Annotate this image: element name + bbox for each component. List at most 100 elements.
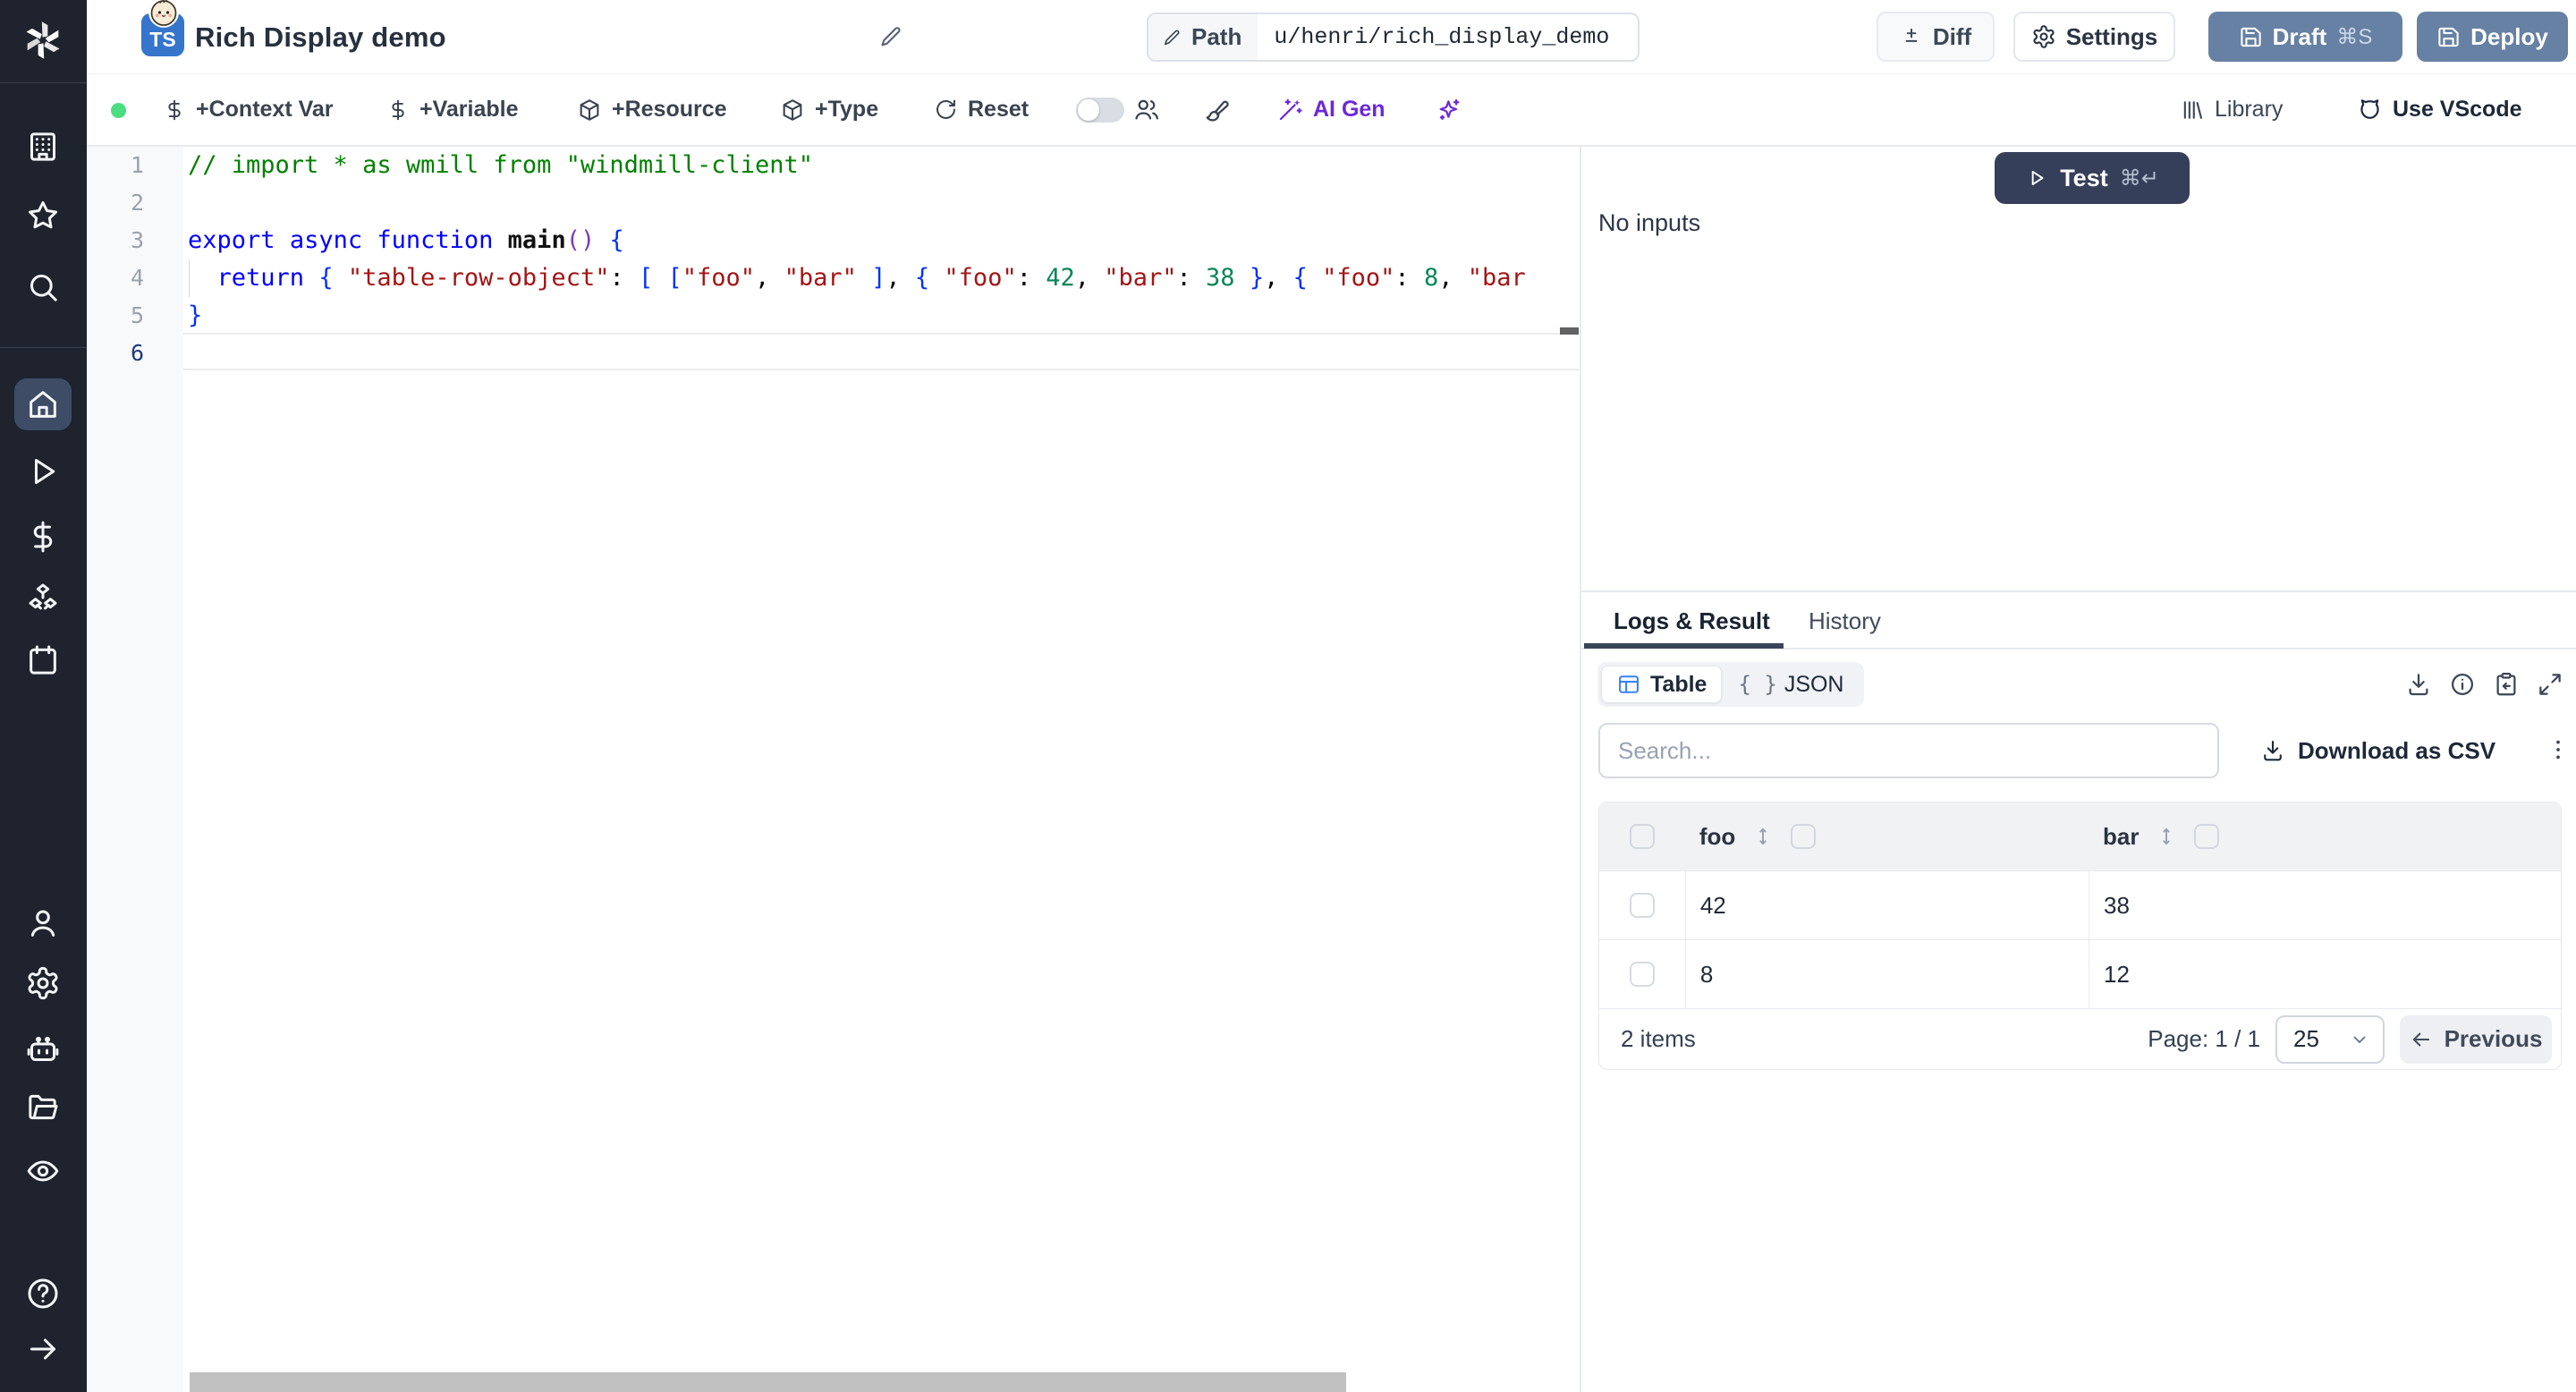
sidebar-item-bot-icon[interactable] [14,1023,72,1074]
dollar-icon [163,98,186,122]
view-table-button[interactable]: Table [1601,666,1722,703]
test-shortcut: ⌘↵ [2120,166,2159,191]
cell-bar: 12 [2089,940,2561,1008]
cell-foo: 42 [1685,871,2089,939]
library-button[interactable]: Library [2180,74,2283,145]
sidebar-divider [0,347,87,348]
code-line[interactable]: export async function main() { [188,222,624,259]
sort-icon[interactable] [1751,825,1775,848]
sidebar-item-dollar-icon[interactable] [14,511,72,563]
view-json-button[interactable]: { } JSON [1722,672,1860,698]
sidebar-item-folder-icon[interactable] [14,1081,72,1133]
line-number: 1 [87,147,183,184]
code-line[interactable]: return { "table-row-object": [ ["foo", "… [188,259,1526,297]
line-number: 3 [87,222,183,259]
result-actions [2405,671,2563,698]
test-run-button[interactable]: Test ⌘↵ [1995,152,2190,204]
column-header-foo[interactable]: foo [1685,823,2089,851]
sidebar-item-eye-icon[interactable] [14,1145,72,1197]
sidebar-item-home-icon[interactable] [14,378,72,430]
dollar-icon [386,98,410,122]
page-size-select[interactable]: 25 [2275,1015,2385,1064]
overview-ruler-marker [1560,327,1579,335]
reset-icon [934,98,958,122]
sidebar-item-star-icon[interactable] [14,190,72,242]
code-line[interactable]: // import * as wmill from "windmill-clie… [188,147,813,184]
collaborators-button[interactable] [1133,74,1160,145]
format-code-button[interactable] [1204,74,1231,145]
windmill-logo[interactable] [20,17,66,64]
draft-button[interactable]: Draft ⌘S [2208,12,2402,62]
braces-icon: { } [1738,672,1776,697]
diff-button[interactable]: Diff [1877,12,1995,62]
sidebar-item-user-icon[interactable] [14,897,72,949]
add-variable-button[interactable]: +Variable [386,74,519,145]
copy-to-clipboard-icon[interactable] [2493,671,2520,698]
sidebar-item-search-icon[interactable] [14,261,72,313]
library-icon [2180,98,2205,123]
kebab-menu-icon[interactable] [2545,736,2572,763]
sort-icon[interactable] [2155,825,2178,848]
paintbrush-icon [1204,97,1231,123]
line-number-gutter: 123456 [87,147,183,1392]
code-line[interactable]: } [188,297,202,335]
right-panel: Test ⌘↵ No inputs Logs & Result History … [1580,147,2576,1392]
expand-icon[interactable] [2537,671,2563,698]
cell-bar: 38 [2089,871,2561,939]
save-icon [2436,25,2461,49]
table-footer: 2 items Page: 1 / 1 25 Previous [1599,1008,2561,1069]
sidebar-item-calendar-icon[interactable] [14,634,72,686]
table-row[interactable]: 4238 [1599,870,2561,939]
row-checkbox[interactable] [1630,962,1655,987]
arrow-left-icon [2410,1028,2433,1051]
download-csv-button[interactable]: Download as CSV [2260,723,2496,778]
cell-foo: 8 [1685,940,2089,1008]
search-input[interactable] [1598,723,2219,778]
horizontal-scrollbar[interactable] [190,1372,1346,1392]
path-field[interactable]: Path u/henri/rich_display_demo [1147,13,1640,62]
download-result-icon[interactable] [2405,671,2432,698]
multiplayer-toggle[interactable] [1076,98,1124,123]
ai-sparkles-button[interactable] [1436,74,1462,145]
table-icon [1616,672,1641,697]
ai-gen-button[interactable]: AI Gen [1276,74,1385,145]
chevron-down-icon [2349,1029,2370,1050]
result-table: foobar 4238812 2 items Page: 1 / 1 25 Pr… [1598,802,2562,1070]
sidebar-item-help-icon[interactable] [14,1268,72,1320]
line-number: 2 [87,184,183,222]
column-checkbox[interactable] [2194,824,2219,849]
add-type-button[interactable]: +Type [780,74,878,145]
sidebar-item-building-icon[interactable] [14,121,72,173]
magic-wand-icon [1276,97,1303,123]
edit-title-pencil-icon[interactable] [879,24,904,49]
current-line-highlight [183,333,1579,370]
code-editor[interactable]: 123456 // import * as wmill from "windmi… [87,147,1580,1392]
column-checkbox[interactable] [1791,824,1816,849]
package-icon [577,98,602,123]
left-sidebar [0,0,87,1392]
use-vscode-button[interactable]: Use VScode [2357,74,2522,145]
select-all-checkbox[interactable] [1630,824,1655,849]
tab-history[interactable]: History [1809,592,1881,649]
tab-logs-and-result[interactable]: Logs & Result [1614,592,1770,649]
deploy-button[interactable]: Deploy [2417,12,2568,62]
settings-button[interactable]: Settings [2013,12,2175,62]
path-value[interactable]: u/henri/rich_display_demo [1258,14,1625,60]
column-header-bar[interactable]: bar [2089,823,2561,851]
vscode-icon [2357,97,2383,123]
line-number: 4 [87,259,183,297]
package-icon [780,98,805,123]
previous-page-button[interactable]: Previous [2400,1015,2552,1064]
info-icon[interactable] [2449,671,2476,698]
sidebar-item-arrow-right-icon[interactable] [14,1323,72,1375]
result-view-toggle: Table { } JSON [1597,662,1864,707]
add-resource-button[interactable]: +Resource [577,74,727,145]
reset-button[interactable]: Reset [934,74,1029,145]
sidebar-divider [0,82,87,83]
sidebar-item-boxes-icon[interactable] [14,573,72,624]
row-checkbox[interactable] [1630,893,1655,918]
add-context-var-button[interactable]: +Context Var [163,74,334,145]
sidebar-item-play-icon[interactable] [14,446,72,497]
table-row[interactable]: 812 [1599,939,2561,1008]
sidebar-item-gear-icon[interactable] [14,957,72,1009]
